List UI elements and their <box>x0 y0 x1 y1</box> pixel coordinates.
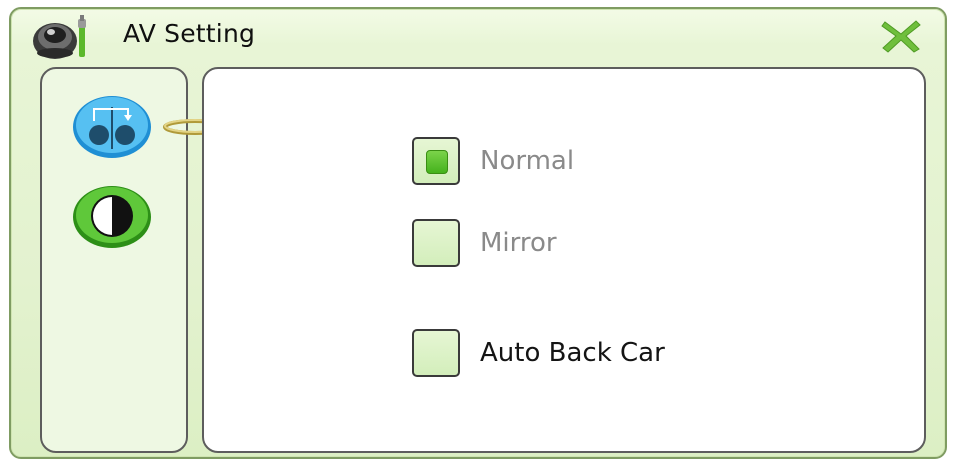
auto-back-car-checkbox[interactable] <box>412 329 460 377</box>
title-bar: AV Setting <box>11 9 945 61</box>
mirror-checkbox[interactable] <box>412 219 460 267</box>
window-title: AV Setting <box>123 19 256 48</box>
normal-checkbox[interactable] <box>412 137 460 185</box>
mirror-flip-icon[interactable] <box>72 93 152 159</box>
av-setting-window: AV Setting Normal Mirror Auto Back Car <box>9 7 947 459</box>
contrast-icon[interactable] <box>72 183 152 249</box>
close-icon[interactable] <box>881 19 921 53</box>
option-auto-back-car[interactable]: Auto Back Car <box>412 327 665 379</box>
normal-label: Normal <box>480 146 575 176</box>
camera-settings-icon <box>33 15 86 59</box>
options-panel: Normal Mirror Auto Back Car <box>202 67 926 453</box>
option-normal[interactable]: Normal <box>412 135 574 187</box>
mirror-label: Mirror <box>480 228 557 258</box>
option-mirror[interactable]: Mirror <box>412 217 557 269</box>
auto-back-car-label: Auto Back Car <box>480 338 665 368</box>
checked-indicator <box>426 150 448 174</box>
